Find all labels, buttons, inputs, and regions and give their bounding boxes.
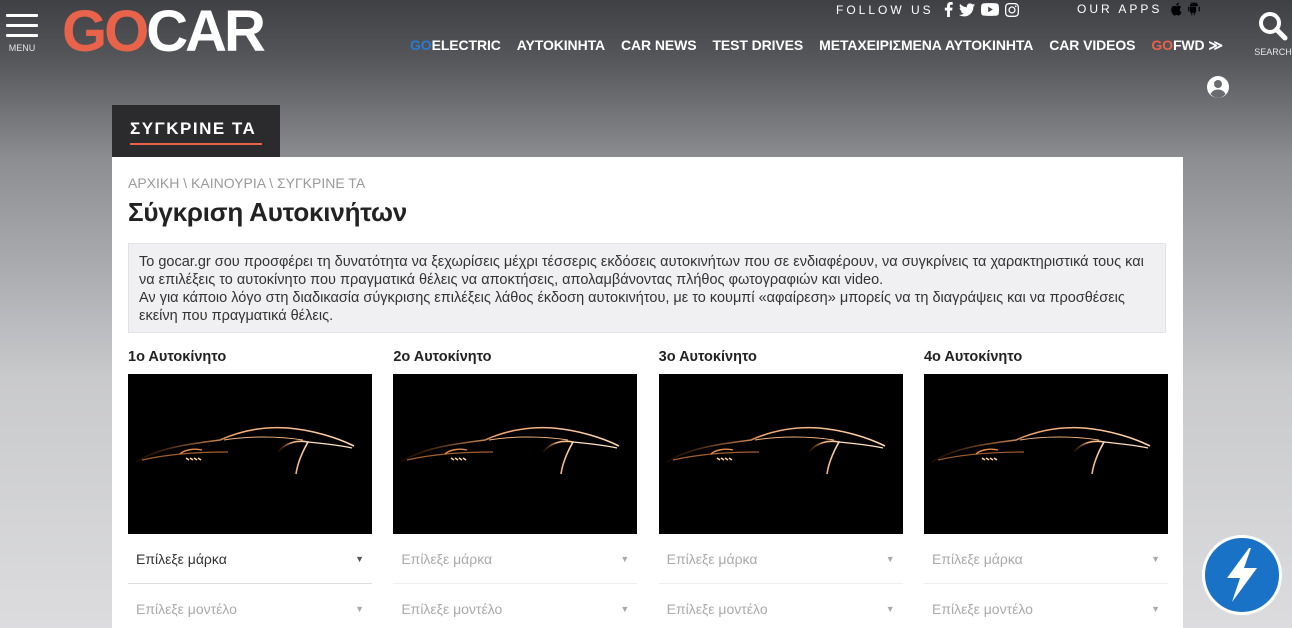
caret-down-icon: ▼ [885,553,895,564]
model-select-value: Επίλεξε μοντέλο [136,600,237,617]
hamburger-icon [6,14,38,17]
content-panel: ΑΡΧΙΚΗ \ ΚΑΙΝΟΥΡΙΑ \ ΣΥΓΚΡΙΝΕ ΤΑ Σύγκρισ… [112,157,1183,628]
car-placeholder-image [923,374,1168,534]
brand-select[interactable]: Επίλεξε μάρκα ▼ [923,534,1168,584]
brand-select[interactable]: Επίλεξε μάρκα ▼ [393,534,638,584]
gofwd-bolt-button[interactable] [1202,535,1282,615]
brand-select-value: Επίλεξε μάρκα [666,550,758,567]
logo-car: CAR [146,0,266,64]
model-select-value: Επίλεξε μοντέλο [401,600,503,617]
hamburger-icon-bar [6,24,38,27]
youtube-icon[interactable] [980,3,999,16]
nav-item-goelectric[interactable]: GOELECTRIC [410,37,501,54]
our-apps: OUR APPS [1077,2,1201,16]
search-button[interactable]: SEARCH [1254,10,1292,57]
model-select-value: Επίλεξε μοντέλο [931,600,1033,617]
brand-select[interactable]: Επίλεξε μάρκα ▼ [658,534,903,584]
brand-select-value: Επίλεξε μάρκα [136,550,227,567]
nav-label: ELECTRIC [431,37,501,53]
car-slot-heading: 3ο Αυτοκίνητο [658,349,757,365]
breadcrumb-separator: \ [265,175,277,191]
car-slots: 1ο Αυτοκίνητο Επίλεξε μάρκα ▼ Επίλεξε μον… [128,349,1168,628]
brand-select-value: Επίλεξε μάρκα [931,550,1023,567]
apple-icon[interactable] [1170,2,1182,16]
search-label: SEARCH [1254,47,1292,57]
nav-label: TEST DRIVES [712,37,804,53]
user-icon [1207,76,1229,98]
info-paragraph-2: Αν για κάποιο λόγο στη διαδικασία σύγκρι… [139,290,1125,324]
twitter-icon[interactable] [958,2,975,17]
car-silhouette-icon [135,426,355,475]
brand-select[interactable]: Επίλεξε μάρκα ▼ [128,534,372,584]
android-icon[interactable] [1188,2,1201,16]
car-silhouette-icon [400,426,620,475]
nav-item-gofwd[interactable]: GOFWD ≫ [1151,37,1223,54]
nav-item-used-cars[interactable]: ΜΕΤΑΧΕΙΡΙΣΜΕΝΑ ΑΥΤΟΚΙΝΗΤΑ [819,37,1033,54]
nav-item-cars[interactable]: ΑΥΤΟΚΙΝΗΤΑ [517,37,605,54]
nav-label: ΜΕΤΑΧΕΙΡΙΣΜΕΝΑ ΑΥΤΟΚΙΝΗΤΑ [819,37,1034,53]
nav-prefix: GO [1151,37,1173,53]
instagram-icon[interactable] [1004,2,1019,17]
brand-select-value: Επίλεξε μάρκα [401,550,493,567]
logo-go: GO [62,0,149,64]
info-box: Το gocar.gr σου προσφέρει τη δυνατότητα … [128,243,1166,333]
car-silhouette-icon [931,426,1151,475]
breadcrumb: ΑΡΧΙΚΗ \ ΚΑΙΝΟΥΡΙΑ \ ΣΥΓΚΡΙΝΕ ΤΑ [128,175,365,191]
caret-down-icon: ▼ [1151,603,1160,614]
nav-item-car-videos[interactable]: CAR VIDEOS [1049,37,1135,54]
hamburger-icon-bar [6,34,38,37]
search-icon [1259,12,1288,41]
breadcrumb-separator: \ [179,175,192,191]
nav-label: ΑΥΤΟΚΙΝΗΤΑ [516,37,606,53]
breadcrumb-new[interactable]: ΚΑΙΝΟΥΡΙΑ [191,175,265,191]
caret-down-icon: ▼ [620,553,630,564]
menu-button[interactable]: MENU [6,14,38,53]
nav-prefix: GO [410,37,432,53]
car-slot-2: 2ο Αυτοκίνητο Επίλεξε μάρκα ▼ Επίλεξε μον… [393,349,638,628]
car-placeholder-image [128,374,372,534]
info-paragraph-1: Το gocar.gr σου προσφέρει τη δυνατότητα … [139,254,1144,288]
main-nav: GOELECTRIC ΑΥΤΟΚΙΝΗΤΑ CAR NEWS TEST DRIV… [410,37,1239,54]
model-select[interactable]: Επίλεξε μοντέλο ▼ [128,584,372,628]
page-title: Σύγκριση Αυτοκινήτων [128,197,407,227]
section-tab-underline [130,143,262,145]
nav-label: CAR NEWS [621,37,697,53]
car-slot-heading: 4ο Αυτοκίνητο [923,349,1023,365]
menu-label: MENU [8,43,36,53]
car-placeholder-image [658,374,903,534]
section-tab: ΣΥΓΚΡΙΝΕ ΤΑ [112,105,280,157]
model-select[interactable]: Επίλεξε μοντέλο ▼ [393,584,637,628]
breadcrumb-compare[interactable]: ΣΥΓΚΡΙΝΕ ΤΑ [277,175,365,191]
caret-down-icon: ▼ [355,553,364,564]
car-slot-1: 1ο Αυτοκίνητο Επίλεξε μάρκα ▼ Επίλεξε μον… [128,349,372,628]
follow-us: FOLLOW US [836,2,1019,17]
model-select-value: Επίλεξε μοντέλο [666,600,768,617]
follow-label: FOLLOW US [836,2,934,17]
car-placeholder-image [393,374,638,534]
nav-item-test-drives[interactable]: TEST DRIVES [712,37,803,54]
caret-down-icon: ▼ [620,603,630,614]
nav-item-car-news[interactable]: CAR NEWS [621,37,697,54]
caret-down-icon: ▼ [1151,553,1160,564]
car-slot-heading: 1ο Αυτοκίνητο [128,349,227,365]
user-account-button[interactable] [1206,75,1230,99]
car-slot-4: 4ο Αυτοκίνητο Επίλεξε μάρκα ▼ Επίλεξε μον… [923,349,1168,628]
breadcrumb-home[interactable]: ΑΡΧΙΚΗ [128,175,179,191]
caret-down-icon: ▼ [355,603,364,614]
nav-label: FWD ≫ [1172,37,1223,53]
apps-label: OUR APPS [1077,2,1163,16]
model-select[interactable]: Επίλεξε μοντέλο ▼ [924,584,1168,628]
caret-down-icon: ▼ [885,603,895,614]
car-slot-heading: 2ο Αυτοκίνητο [393,349,492,365]
car-slot-3: 3ο Αυτοκίνητο Επίλεξε μάρκα ▼ Επίλεξε μον… [658,349,903,628]
gocar-logo[interactable]: GOCAR [62,0,266,64]
lightning-bolt-icon [1227,548,1257,602]
facebook-icon[interactable] [944,2,953,17]
section-tab-title: ΣΥΓΚΡΙΝΕ ΤΑ [130,119,257,138]
car-silhouette-icon [666,426,886,475]
model-select[interactable]: Επίλεξε μοντέλο ▼ [659,584,903,628]
nav-label: CAR VIDEOS [1049,37,1136,53]
